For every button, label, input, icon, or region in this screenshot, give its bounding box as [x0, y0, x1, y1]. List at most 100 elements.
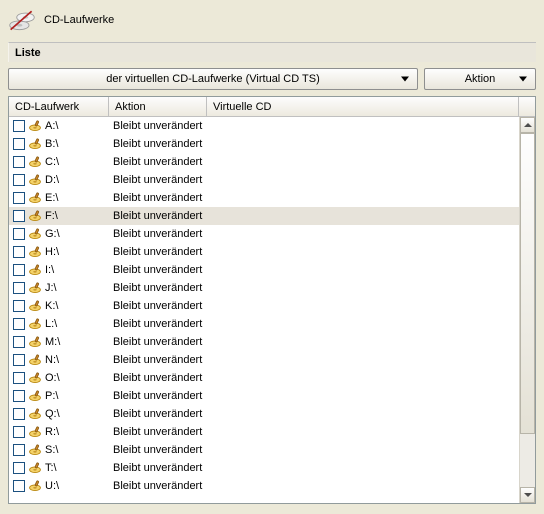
drive-label: M:\ [45, 336, 60, 348]
table-row[interactable]: R:\ Bleibt unverändert [9, 423, 519, 441]
table-row[interactable]: I:\ Bleibt unverändert [9, 261, 519, 279]
table-row[interactable]: B:\ Bleibt unverändert [9, 135, 519, 153]
table-row[interactable]: H:\ Bleibt unverändert [9, 243, 519, 261]
table-row[interactable]: S:\ Bleibt unverändert [9, 441, 519, 459]
cd-drive-icon [28, 155, 42, 169]
action-label: Bleibt unverändert [113, 156, 202, 168]
column-header-scroll [519, 97, 535, 116]
drive-label: C:\ [45, 156, 59, 168]
table-row[interactable]: C:\ Bleibt unverändert [9, 153, 519, 171]
action-label: Bleibt unverändert [113, 408, 202, 420]
row-checkbox[interactable] [13, 300, 25, 312]
drive-label: F:\ [45, 210, 58, 222]
action-dropdown-label: Aktion [465, 73, 496, 85]
column-header-drive[interactable]: CD-Laufwerk [9, 97, 109, 116]
action-label: Bleibt unverändert [113, 192, 202, 204]
action-label: Bleibt unverändert [113, 246, 202, 258]
vertical-scrollbar[interactable] [519, 117, 535, 503]
table-row[interactable]: F:\ Bleibt unverändert [9, 207, 519, 225]
row-checkbox[interactable] [13, 372, 25, 384]
row-checkbox[interactable] [13, 480, 25, 492]
row-checkbox[interactable] [13, 318, 25, 330]
drive-label: D:\ [45, 174, 59, 186]
row-checkbox[interactable] [13, 336, 25, 348]
cd-drive-icon [28, 443, 42, 457]
row-checkbox[interactable] [13, 282, 25, 294]
table-row[interactable]: D:\ Bleibt unverändert [9, 171, 519, 189]
drive-label: L:\ [45, 318, 57, 330]
cd-drives-icon [8, 6, 36, 34]
table-row[interactable]: A:\ Bleibt unverändert [9, 117, 519, 135]
table-row[interactable]: O:\ Bleibt unverändert [9, 369, 519, 387]
drive-label: H:\ [45, 246, 59, 258]
row-checkbox[interactable] [13, 390, 25, 402]
action-dropdown[interactable]: Aktion [424, 68, 536, 90]
row-checkbox[interactable] [13, 246, 25, 258]
table-row[interactable]: G:\ Bleibt unverändert [9, 225, 519, 243]
row-checkbox[interactable] [13, 444, 25, 456]
drives-table: CD-Laufwerk Aktion Virtuelle CD A:\ Blei… [8, 96, 536, 504]
table-header: CD-Laufwerk Aktion Virtuelle CD [9, 97, 535, 117]
chevron-down-icon [519, 77, 527, 82]
page-title: CD-Laufwerke [44, 14, 114, 26]
table-row[interactable]: Q:\ Bleibt unverändert [9, 405, 519, 423]
table-body: A:\ Bleibt unverändert B:\ Bleibt unverä… [9, 117, 519, 503]
chevron-down-icon [401, 77, 409, 82]
row-checkbox[interactable] [13, 120, 25, 132]
drive-label: I:\ [45, 264, 54, 276]
drive-label: N:\ [45, 354, 59, 366]
action-label: Bleibt unverändert [113, 264, 202, 276]
row-checkbox[interactable] [13, 426, 25, 438]
row-checkbox[interactable] [13, 462, 25, 474]
cd-drive-icon [28, 263, 42, 277]
action-label: Bleibt unverändert [113, 462, 202, 474]
section-label: Liste [8, 42, 536, 62]
triangle-down-icon [524, 493, 532, 497]
scroll-up-button[interactable] [520, 117, 535, 133]
table-row[interactable]: K:\ Bleibt unverändert [9, 297, 519, 315]
drive-label: Q:\ [45, 408, 60, 420]
table-row[interactable]: E:\ Bleibt unverändert [9, 189, 519, 207]
action-label: Bleibt unverändert [113, 120, 202, 132]
action-label: Bleibt unverändert [113, 282, 202, 294]
filter-dropdown[interactable]: der virtuellen CD-Laufwerke (Virtual CD … [8, 68, 418, 90]
row-checkbox[interactable] [13, 174, 25, 186]
action-label: Bleibt unverändert [113, 426, 202, 438]
table-row[interactable]: P:\ Bleibt unverändert [9, 387, 519, 405]
table-row[interactable]: T:\ Bleibt unverändert [9, 459, 519, 477]
row-checkbox[interactable] [13, 408, 25, 420]
row-checkbox[interactable] [13, 210, 25, 222]
cd-drive-icon [28, 353, 42, 367]
cd-drive-icon [28, 299, 42, 313]
scroll-thumb[interactable] [520, 133, 535, 434]
table-row[interactable]: L:\ Bleibt unverändert [9, 315, 519, 333]
row-checkbox[interactable] [13, 264, 25, 276]
drive-label: J:\ [45, 282, 57, 294]
table-row[interactable]: U:\ Bleibt unverändert [9, 477, 519, 495]
triangle-up-icon [524, 123, 532, 127]
cd-drive-icon [28, 245, 42, 259]
drive-label: R:\ [45, 426, 59, 438]
action-label: Bleibt unverändert [113, 174, 202, 186]
row-checkbox[interactable] [13, 228, 25, 240]
scroll-track[interactable] [520, 133, 535, 487]
column-header-virtual[interactable]: Virtuelle CD [207, 97, 519, 116]
cd-drive-icon [28, 191, 42, 205]
row-checkbox[interactable] [13, 156, 25, 168]
row-checkbox[interactable] [13, 192, 25, 204]
drive-label: T:\ [45, 462, 57, 474]
drive-label: P:\ [45, 390, 58, 402]
table-row[interactable]: J:\ Bleibt unverändert [9, 279, 519, 297]
action-label: Bleibt unverändert [113, 372, 202, 384]
action-label: Bleibt unverändert [113, 300, 202, 312]
row-checkbox[interactable] [13, 354, 25, 366]
table-row[interactable]: M:\ Bleibt unverändert [9, 333, 519, 351]
cd-drive-icon [28, 407, 42, 421]
row-checkbox[interactable] [13, 138, 25, 150]
table-row[interactable]: N:\ Bleibt unverändert [9, 351, 519, 369]
column-header-action[interactable]: Aktion [109, 97, 207, 116]
drive-label: E:\ [45, 192, 58, 204]
filter-dropdown-label: der virtuellen CD-Laufwerke (Virtual CD … [106, 73, 320, 85]
scroll-down-button[interactable] [520, 487, 535, 503]
drive-label: B:\ [45, 138, 58, 150]
